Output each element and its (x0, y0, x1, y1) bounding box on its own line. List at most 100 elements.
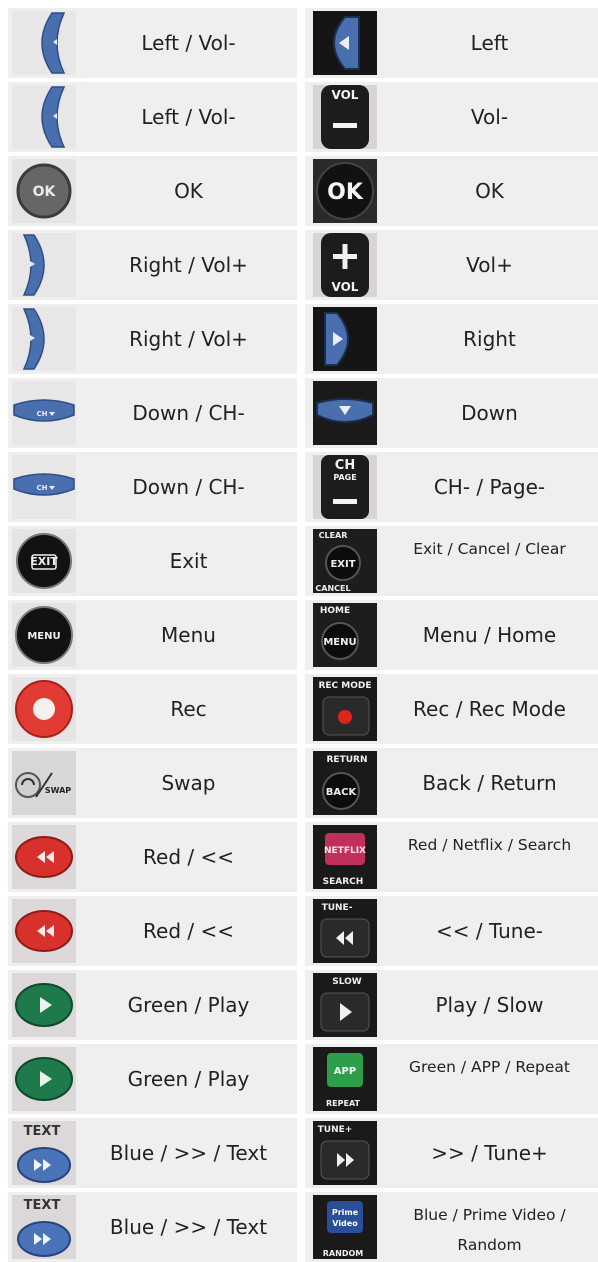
button-function-label: Right / Vol+ (129, 252, 248, 277)
button-function-label: << / Tune- (435, 918, 544, 943)
vol-right-arrow-icon (12, 307, 76, 371)
icon-text: CH (37, 484, 48, 492)
right-column-cell: VOL Vol+ (305, 230, 598, 300)
right-column-cell: TUNE+ >> / Tune+ (305, 1118, 598, 1188)
ok-button-gray-icon: OK (12, 159, 76, 223)
green-play-icon (12, 973, 76, 1037)
right-column-cell: Right (305, 304, 598, 374)
ok-button-black-icon: OK (313, 159, 377, 223)
right-column-cell: Left (305, 8, 598, 78)
table-row: CH Down / CH- Down (8, 378, 598, 448)
icon-text: HOME (320, 606, 350, 616)
button-function-label: Rec (170, 696, 207, 721)
icon-text: SWAP (45, 786, 71, 795)
ch-down-arrow-icon: CH (12, 455, 76, 519)
table-row: EXIT Exit CLEAR EXIT CANCEL Exit / Cancel / C… (8, 526, 598, 596)
button-function-label: Right / Vol+ (129, 326, 248, 351)
blue-fastforward-text-icon: TEXT (12, 1121, 76, 1185)
vol-left-arrow-icon (12, 85, 76, 149)
table-row: Left / Vol- VOL Vol- (8, 82, 598, 152)
icon-text: SEARCH (323, 877, 364, 887)
red-rewind-icon (12, 825, 76, 889)
button-function-label: Down / CH- (132, 474, 245, 499)
button-function-label: Menu / Home (422, 622, 557, 647)
left-column-cell: Red / << (8, 822, 297, 892)
icon-text: VOL (332, 280, 359, 294)
blue-fastforward-text-icon: TEXT (12, 1195, 76, 1259)
rec-mode-icon: REC MODE (313, 677, 377, 741)
left-column-cell: OK OK (8, 156, 297, 226)
tune-minus-rewind-icon: TUNE- (313, 899, 377, 963)
right-arrow-icon (313, 307, 377, 371)
button-function-label: Left / Vol- (141, 104, 236, 129)
right-column-cell: TUNE- << / Tune- (305, 896, 598, 966)
button-function-label: Back / Return (422, 770, 557, 795)
table-row: Right / Vol+ Right (8, 304, 598, 374)
icon-text: CH (335, 458, 355, 473)
red-rewind-icon (12, 899, 76, 963)
table-row: MENU Menu HOME MENU Menu / Home (8, 600, 598, 670)
left-column-cell: MENU Menu (8, 600, 297, 670)
right-column-cell: RETURN BACK Back / Return (305, 748, 598, 818)
icon-text: TUNE- (322, 903, 353, 913)
left-column-cell: Red / << (8, 896, 297, 966)
table-row: Green / Play APP REPEAT Green / APP / Repea… (8, 1044, 598, 1114)
right-column-cell: Down (305, 378, 598, 448)
table-row: Rec REC MODE Rec / Rec Mode (8, 674, 598, 744)
menu-home-icon: HOME MENU (313, 603, 377, 667)
left-column-cell: Left / Vol- (8, 8, 297, 78)
icon-text: CLEAR (319, 531, 348, 540)
left-column-cell: Green / Play (8, 970, 297, 1040)
left-column-cell: CH Down / CH- (8, 452, 297, 522)
right-column-cell: REC MODE Rec / Rec Mode (305, 674, 598, 744)
right-column-cell: SLOW Play / Slow (305, 970, 598, 1040)
table-row: Left / Vol- Left (8, 8, 598, 78)
button-function-label: Red / << (143, 844, 234, 869)
left-column-cell: Left / Vol- (8, 82, 297, 152)
left-column-cell: TEXT Blue / >> / Text (8, 1118, 297, 1188)
button-function-label: Vol- (470, 104, 509, 129)
icon-text: BACK (326, 787, 358, 798)
button-function-label: Green / Play (127, 1066, 250, 1091)
left-column-cell: Green / Play (8, 1044, 297, 1114)
right-column-cell: CLEAR EXIT CANCEL Exit / Cancel / Clear (305, 526, 598, 596)
right-column-cell: CH PAGE CH- / Page- (305, 452, 598, 522)
button-function-label: Exit (169, 548, 208, 573)
icon-text: RANDOM (323, 1249, 363, 1258)
button-function-label: Down / CH- (132, 400, 245, 425)
left-column-cell: SWAP Swap (8, 748, 297, 818)
button-function-label: Play / Slow (435, 992, 544, 1017)
record-button-icon (12, 677, 76, 741)
slow-play-icon: SLOW (313, 973, 377, 1037)
app-repeat-icon: APP REPEAT (313, 1047, 377, 1111)
table-row: Right / Vol+ VOL Vol+ (8, 230, 598, 300)
button-function-label: Swap (161, 770, 216, 795)
icon-text: Prime (332, 1208, 359, 1217)
netflix-search-icon: NETFLIX SEARCH (313, 825, 377, 889)
icon-text: OK (33, 184, 57, 200)
icon-text: REC MODE (318, 681, 371, 691)
table-row: TEXT Blue / >> / Text Prime Video RANDOM Blue… (8, 1192, 598, 1262)
button-function-label: Left (470, 30, 509, 55)
right-column-cell: HOME MENU Menu / Home (305, 600, 598, 670)
right-column-cell: APP REPEAT Green / APP / Repeat (305, 1044, 598, 1114)
back-return-icon: RETURN BACK (313, 751, 377, 815)
right-column-cell: OK OK (305, 156, 598, 226)
button-function-label: Menu (161, 622, 216, 647)
swap-button-icon: SWAP (12, 751, 76, 815)
button-function-label: Rec / Rec Mode (413, 696, 566, 721)
button-function-label: Left / Vol- (141, 30, 236, 55)
icon-text: TEXT (24, 1198, 61, 1213)
table-row: OK OK OK OK (8, 156, 598, 226)
icon-text: OK (327, 180, 364, 205)
icon-text: EXIT (30, 555, 58, 568)
button-function-label: Down (461, 400, 518, 425)
button-function-label: Green / APP / Repeat (409, 1058, 570, 1076)
button-function-label: Blue / Prime Video / Random (413, 1206, 566, 1254)
table-row: Green / Play SLOW Play / Slow (8, 970, 598, 1040)
button-function-label: >> / Tune+ (431, 1140, 548, 1165)
ch-down-arrow-icon: CH (12, 381, 76, 445)
down-arrow-icon (313, 381, 377, 445)
button-function-label: Right (463, 326, 516, 351)
button-function-label: Red / << (143, 918, 234, 943)
